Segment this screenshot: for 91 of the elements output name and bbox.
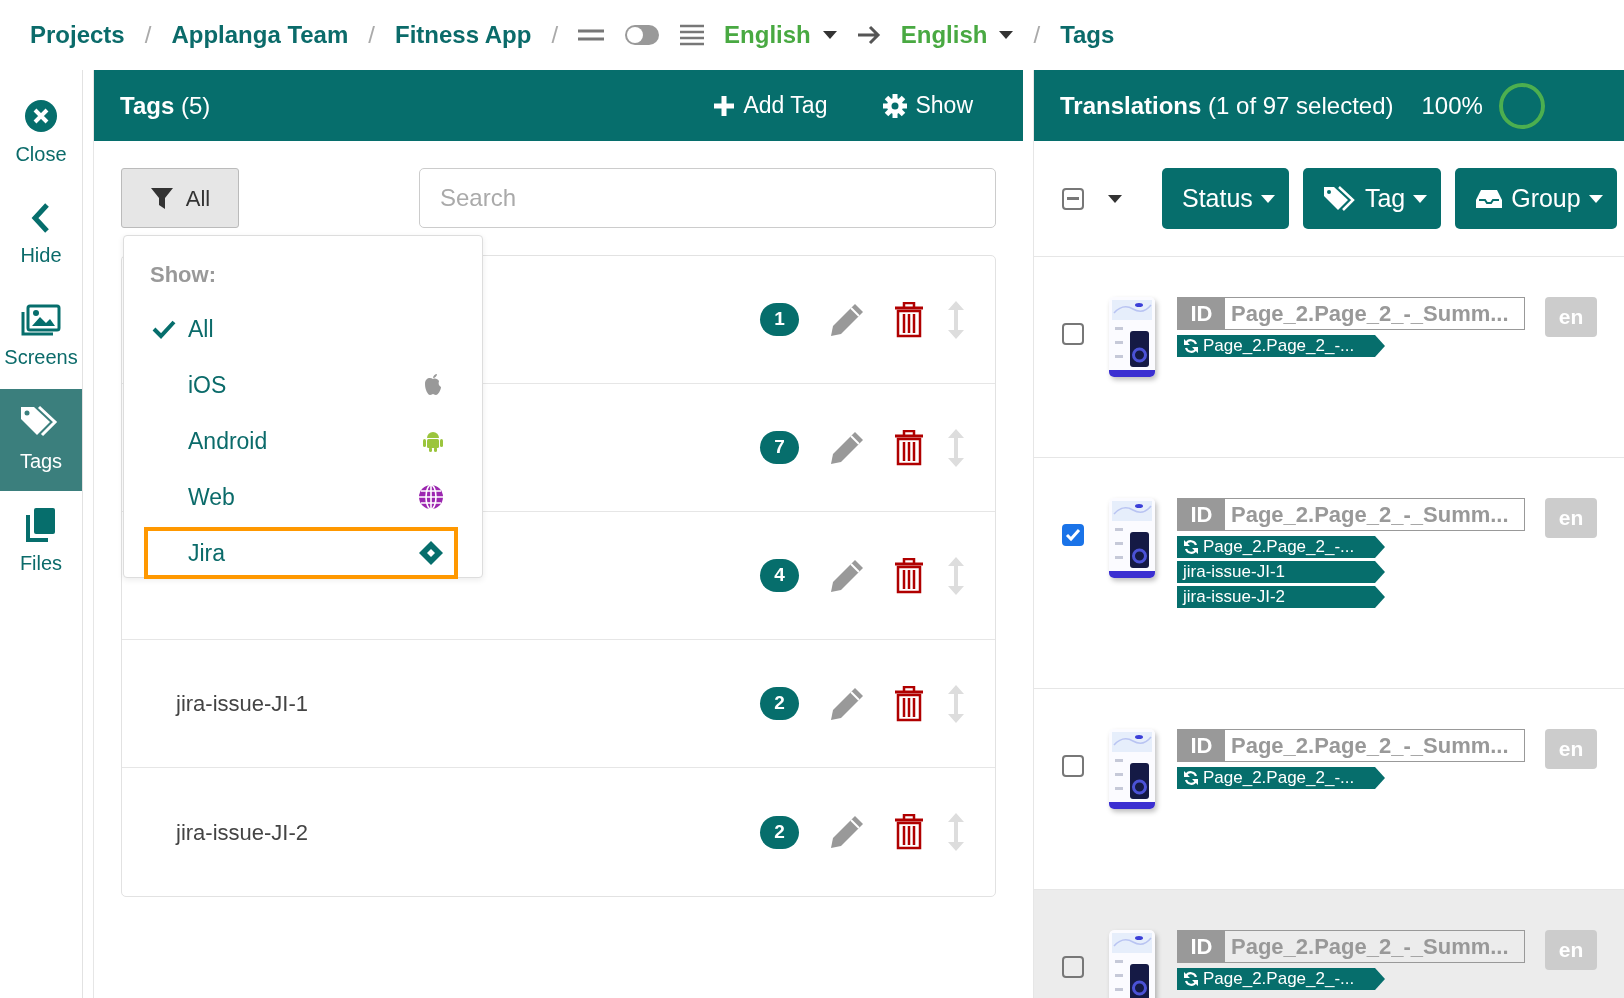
menu-item[interactable]: All [144, 303, 458, 355]
trash-icon[interactable] [895, 557, 923, 594]
check-icon [152, 319, 176, 339]
checkbox[interactable] [1062, 956, 1084, 978]
pencil-icon[interactable] [829, 301, 865, 338]
drag-handle-icon[interactable] [947, 299, 965, 340]
breadcrumb-link[interactable]: Applanga Team [171, 17, 349, 53]
tag-label: Page_2.Page_2_-... [1177, 968, 1385, 990]
pencil-icon[interactable] [829, 814, 865, 850]
checkbox[interactable] [1062, 323, 1084, 345]
filter-dropdown[interactable]: Status [1162, 168, 1289, 229]
drag-handle-icon[interactable] [947, 812, 965, 852]
trash-icon[interactable] [895, 301, 923, 338]
close-icon [24, 99, 58, 133]
drag-handle-icon[interactable] [947, 555, 965, 596]
breadcrumb-separator: / [551, 20, 559, 50]
toggle-switch[interactable] [624, 24, 661, 46]
plus-icon [713, 94, 736, 117]
select-all-checkbox[interactable] [1062, 187, 1084, 210]
tag-icon [1322, 184, 1357, 213]
count-badge: 2 [760, 815, 799, 849]
tag-name: jira-issue-JI-2 [176, 818, 310, 847]
trash-icon[interactable] [895, 429, 923, 466]
caret-icon [1588, 194, 1603, 203]
breadcrumb-separator: / [368, 20, 375, 50]
drag-handle-icon[interactable] [947, 427, 965, 468]
sidebar-item[interactable]: Close [0, 83, 82, 185]
sidebar-item[interactable]: Tags [0, 389, 82, 491]
caret-icon [1260, 194, 1275, 203]
menu-item[interactable]: Android [144, 415, 458, 467]
caret-icon [1413, 194, 1428, 203]
breadcrumb-link[interactable]: Projects [30, 17, 125, 53]
drag-handle-icon[interactable] [947, 683, 965, 724]
menu-item[interactable]: iOS [144, 359, 458, 411]
filter-dropdown[interactable]: Tag [1302, 168, 1442, 229]
trash-icon[interactable] [895, 814, 923, 850]
menu-item[interactable]: Web [144, 471, 458, 523]
sync-icon [1183, 539, 1199, 555]
globe-icon [418, 484, 444, 510]
menu-item[interactable]: Jira [144, 527, 458, 579]
sync-icon [1183, 338, 1199, 354]
images-icon [21, 304, 61, 336]
menu-header: Show: [150, 261, 216, 289]
diamond-icon [418, 540, 444, 566]
panel-title: Translations (1 of 97 selected) [1060, 90, 1394, 121]
count-badge: 2 [760, 687, 799, 720]
progress-reading: 100% [1421, 90, 1483, 121]
count-badge: 7 [760, 431, 799, 464]
chevron-left-icon [31, 202, 51, 234]
panel-title: Tags (5) [120, 90, 211, 121]
gear-icon [883, 93, 908, 118]
apple-icon [422, 373, 444, 397]
count-badge: 1 [760, 303, 799, 336]
search-field[interactable]: Search [419, 168, 996, 228]
header-button[interactable]: Add Tag [713, 88, 828, 123]
pencil-icon[interactable] [829, 557, 865, 594]
sidebar-item[interactable]: Screens [0, 287, 82, 389]
trash-icon[interactable] [895, 685, 923, 722]
sync-icon [1183, 770, 1199, 786]
arrow-right-icon [856, 25, 881, 45]
breadcrumb-separator: / [1033, 20, 1041, 50]
funnel-icon [149, 186, 174, 210]
equals-icon[interactable] [578, 29, 605, 41]
tag-label: jira-issue-JI-1 [1177, 561, 1385, 583]
pencil-icon[interactable] [829, 685, 865, 722]
sync-icon [1183, 971, 1199, 987]
files-icon [25, 506, 57, 542]
tag-label: Page_2.Page_2_-... [1177, 767, 1385, 789]
tag-label: Page_2.Page_2_-... [1177, 335, 1385, 357]
caret-icon [999, 31, 1014, 39]
list-icon[interactable] [680, 24, 705, 46]
inbox-icon [1475, 187, 1504, 210]
count-badge: 4 [760, 559, 799, 592]
checkbox[interactable] [1062, 755, 1084, 777]
tag-name: jira-issue-JI-1 [176, 690, 310, 718]
progress-ring [1496, 80, 1547, 131]
sidebar-item[interactable]: Hide [0, 185, 82, 287]
filter-button[interactable]: All [121, 168, 239, 228]
filter-dropdown[interactable]: Group [1455, 168, 1617, 229]
breadcrumb-link[interactable]: Fitness App [395, 17, 532, 53]
breadcrumb-link[interactable]: Tags [1060, 17, 1115, 53]
checkbox[interactable] [1062, 524, 1084, 546]
sidebar-item[interactable]: Files [0, 491, 82, 593]
android-icon [422, 429, 444, 453]
pencil-icon[interactable] [829, 429, 865, 466]
tag-label: jira-issue-JI-2 [1177, 586, 1385, 608]
tag-label: Page_2.Page_2_-... [1177, 536, 1385, 558]
breadcrumb-separator: / [144, 20, 152, 50]
select-caret-icon[interactable] [1108, 195, 1122, 204]
header-button[interactable]: Show [883, 88, 973, 123]
caret-icon [822, 31, 837, 39]
